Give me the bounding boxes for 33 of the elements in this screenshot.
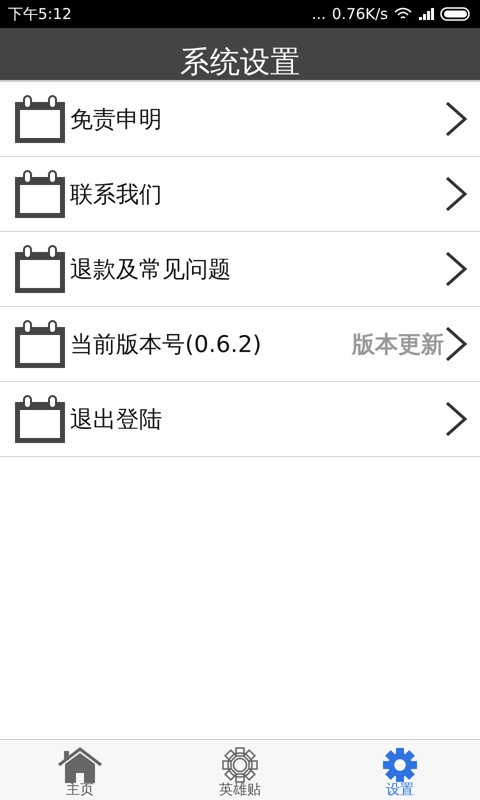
status-dots: ... [312, 5, 326, 23]
settings-item[interactable]: 退款及常见问题 [0, 232, 480, 307]
page-title: 系统设置 [180, 46, 300, 80]
gear-icon [380, 747, 420, 783]
calendar-icon [14, 319, 66, 369]
chevron-right-icon [444, 176, 468, 212]
signal-icon [418, 8, 434, 20]
chevron-right-icon [444, 326, 468, 362]
calendar-icon [14, 94, 66, 144]
settings-item[interactable]: 退出登陆 [0, 382, 480, 457]
calendar-icon [14, 394, 66, 444]
battery-icon [440, 7, 472, 21]
status-time: 下午5:12 [8, 4, 72, 24]
chevron-right-icon [444, 401, 468, 437]
item-label: 当前版本号(0.6.2) [70, 330, 262, 360]
network-speed: 0.76K/s [332, 5, 388, 23]
gear-icon [220, 747, 260, 783]
tab[interactable]: 主页 [0, 740, 160, 800]
item-label: 免责申明 [70, 106, 163, 134]
chevron-right-icon [444, 251, 468, 287]
tab[interactable]: 设置 [320, 740, 480, 800]
calendar-icon [14, 244, 66, 294]
calendar-icon [14, 169, 66, 219]
tab[interactable]: 英雄贴 [160, 740, 320, 800]
home-icon [57, 747, 103, 783]
settings-item[interactable]: 联系我们 [0, 157, 480, 232]
chevron-right-icon [444, 101, 468, 137]
wifi-icon [394, 7, 412, 21]
item-label: 联系我们 [70, 180, 163, 210]
item-label: 退出登陆 [70, 406, 163, 434]
settings-item[interactable]: 免责申明 [0, 82, 480, 157]
item-label: 退款及常见问题 [70, 256, 232, 284]
settings-item[interactable]: 当前版本号(0.6.2) 版本更新 [0, 307, 480, 382]
